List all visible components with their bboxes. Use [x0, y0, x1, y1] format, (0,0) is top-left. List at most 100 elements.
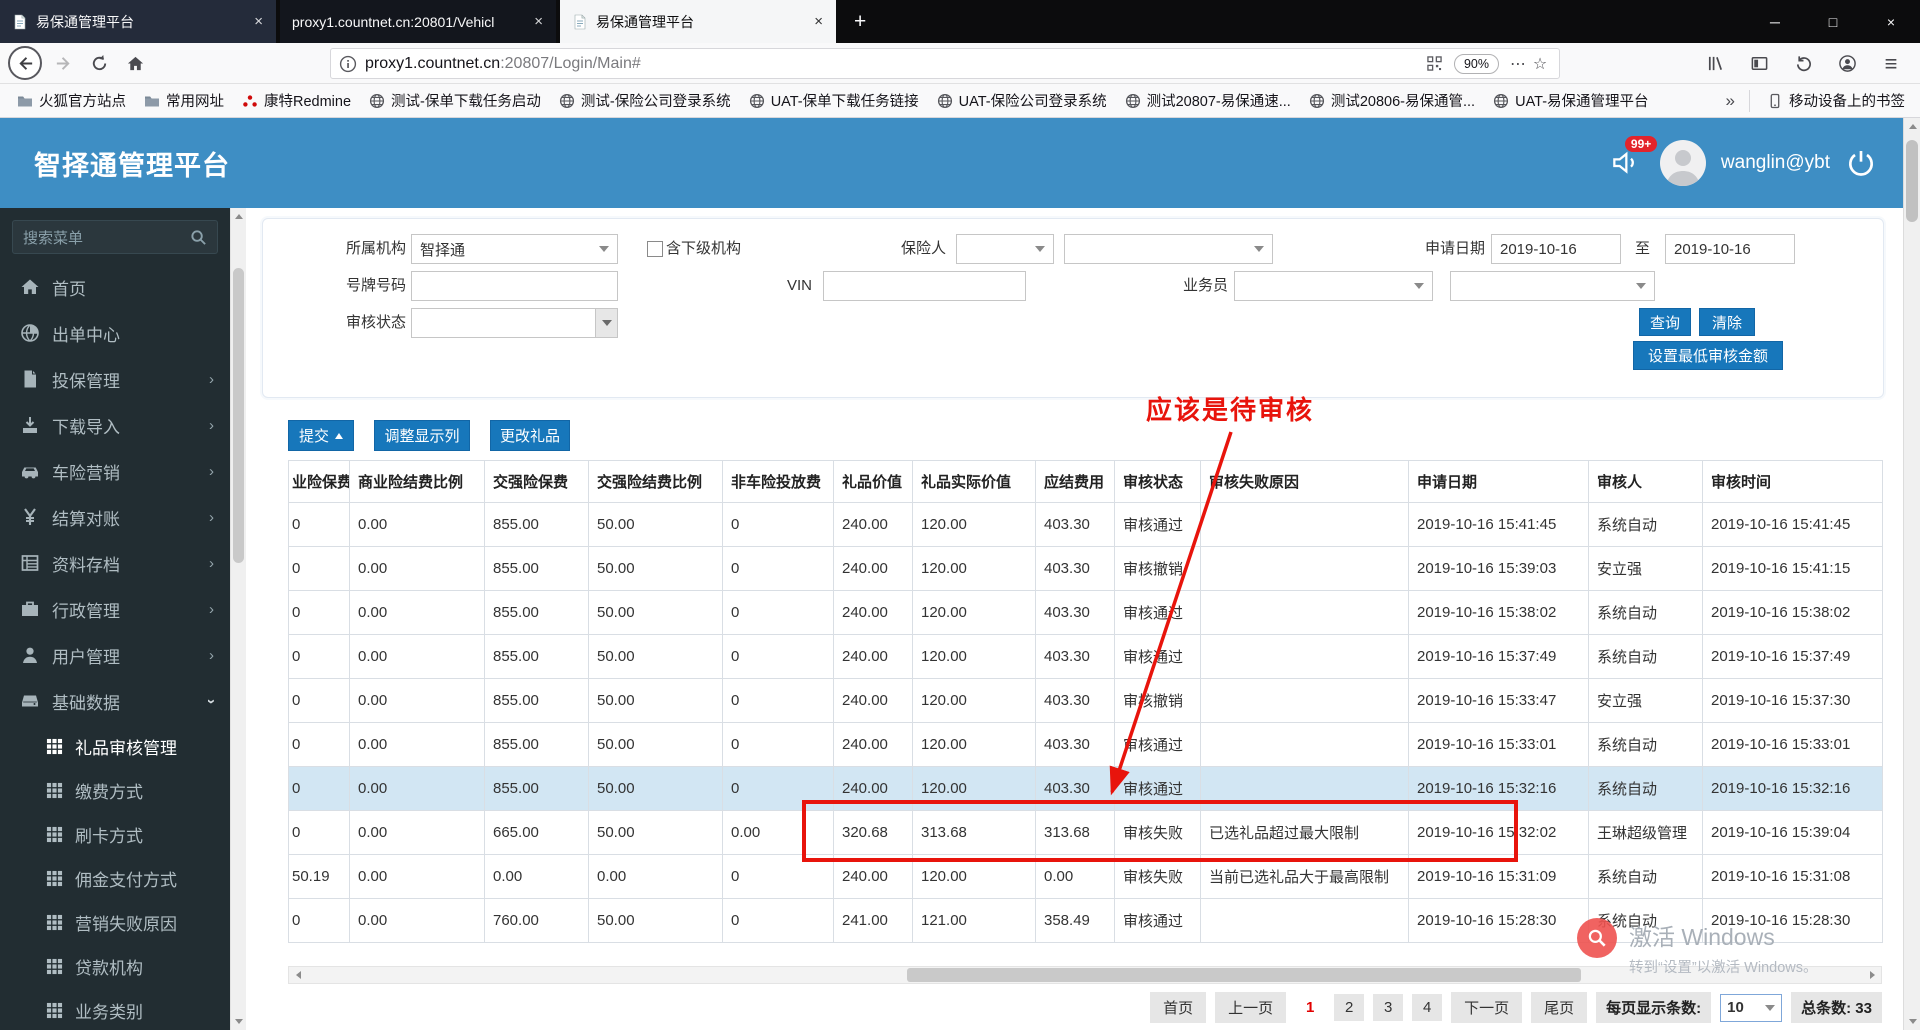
- sidebar-item-资料存档[interactable]: 资料存档 ›: [0, 540, 230, 586]
- logout-power-icon[interactable]: [1845, 147, 1877, 179]
- account-icon[interactable]: [1832, 49, 1862, 79]
- browser-tab[interactable]: proxy1.countnet.cn:20801/Vehicl ×: [280, 0, 556, 43]
- horizontal-scroll-thumb[interactable]: [907, 968, 1581, 982]
- sidebar-scroll-down-icon[interactable]: [231, 1013, 247, 1030]
- browser-tab[interactable]: 易保通管理平台 ×: [560, 0, 836, 43]
- sidebar-scrollbar[interactable]: [230, 208, 246, 1030]
- forward-icon[interactable]: [48, 48, 78, 78]
- sidebar-subitem-营销失败原因[interactable]: 营销失败原因: [0, 900, 230, 944]
- pagination-next-button[interactable]: 下一页: [1451, 992, 1523, 1023]
- pagination-page-2[interactable]: 2: [1334, 994, 1365, 1021]
- page-scrollbar[interactable]: [1903, 118, 1920, 1030]
- sidebar-scroll-up-icon[interactable]: [231, 208, 247, 225]
- sidebar-subitem-佣金支付方式[interactable]: 佣金支付方式: [0, 856, 230, 900]
- sidebar-item-用户管理[interactable]: 用户管理 ›: [0, 632, 230, 678]
- audit-status-select[interactable]: [411, 308, 618, 338]
- bookmark-item[interactable]: 测试20806-易保通管...: [1302, 87, 1482, 114]
- table-row[interactable]: 0 0.00 855.00 50.00 0 240.00 120.00 403.30 审核撤销 2…: [288, 546, 1883, 591]
- window-maximize-icon[interactable]: □: [1804, 0, 1862, 43]
- new-tab-button[interactable]: +: [840, 6, 880, 38]
- bookmark-star-icon[interactable]: ☆: [1529, 53, 1551, 75]
- sidebar-subitem-礼品审核管理[interactable]: 礼品审核管理: [0, 724, 230, 768]
- bookmark-item[interactable]: UAT-保单下载任务链接: [742, 87, 926, 114]
- table-row[interactable]: 0 0.00 855.00 50.00 0 240.00 120.00 403.30 审核撤销 2…: [288, 678, 1883, 723]
- scroll-left-icon[interactable]: [289, 967, 307, 983]
- qr-scan-icon[interactable]: [1424, 53, 1446, 75]
- sidebar-item-出单中心[interactable]: 出单中心: [0, 310, 230, 356]
- sidebar-subitem-业务类别[interactable]: 业务类别: [0, 988, 230, 1030]
- tab-close-icon[interactable]: ×: [531, 13, 546, 30]
- mobile-bookmarks[interactable]: 移动设备上的书签: [1760, 87, 1912, 114]
- page-actions-icon[interactable]: ⋯: [1507, 53, 1529, 75]
- bookmark-item[interactable]: 测试20807-易保通速...: [1118, 87, 1298, 114]
- insurer-select-2[interactable]: [1064, 234, 1273, 264]
- page-scroll-thumb[interactable]: [1906, 140, 1918, 222]
- page-scroll-up-icon[interactable]: [1904, 118, 1920, 135]
- home-icon[interactable]: [120, 48, 150, 78]
- pagination-page-3[interactable]: 3: [1373, 994, 1404, 1021]
- sidebar-item-投保管理[interactable]: 投保管理 ›: [0, 356, 230, 402]
- insurer-select-1[interactable]: [956, 234, 1054, 264]
- address-bar[interactable]: proxy1.countnet.cn:20807/Login/Main# 90%…: [330, 48, 1560, 79]
- bookmark-item[interactable]: UAT-保险公司登录系统: [930, 87, 1114, 114]
- clear-button[interactable]: 清除: [1699, 308, 1755, 336]
- sidebar-search-input[interactable]: 搜索菜单: [12, 220, 218, 254]
- username[interactable]: wanglin@ybt: [1721, 152, 1830, 174]
- table-row[interactable]: 0 0.00 855.00 50.00 0 240.00 120.00 403.30 审核通过 2…: [288, 590, 1883, 635]
- scroll-right-icon[interactable]: [1863, 967, 1881, 983]
- table-row[interactable]: 0 0.00 855.00 50.00 0 240.00 120.00 403.30 审核通过 2…: [288, 634, 1883, 679]
- table-row[interactable]: 0 0.00 855.00 50.00 0 240.00 120.00 403.30 审核通过 2…: [288, 722, 1883, 767]
- include-sub-checkbox[interactable]: [647, 241, 663, 257]
- date-to-input[interactable]: 2019-10-16: [1665, 234, 1795, 264]
- org-select[interactable]: 智择通: [411, 234, 618, 264]
- reload-icon[interactable]: [84, 48, 114, 78]
- bookmark-item[interactable]: 测试-保险公司登录系统: [552, 87, 738, 114]
- browser-tab[interactable]: 易保通管理平台 ×: [0, 0, 276, 43]
- table-row[interactable]: 0 0.00 855.00 50.00 0 240.00 120.00 403.30 审核通过 2…: [288, 502, 1883, 547]
- window-minimize-icon[interactable]: ─: [1746, 0, 1804, 43]
- sidebar-scroll-thumb[interactable]: [233, 268, 244, 563]
- sidebar-subitem-缴费方式[interactable]: 缴费方式: [0, 768, 230, 812]
- plate-input[interactable]: [411, 271, 618, 301]
- search-icon[interactable]: [190, 229, 207, 246]
- sidebars-icon[interactable]: [1744, 49, 1774, 79]
- pagination-page-1[interactable]: 1: [1295, 994, 1325, 1021]
- salesman-select-2[interactable]: [1450, 271, 1655, 301]
- zoom-level-badge[interactable]: 90%: [1453, 53, 1499, 74]
- url-text[interactable]: proxy1.countnet.cn:20807/Login/Main#: [365, 55, 1424, 73]
- pagination-prev-button[interactable]: 上一页: [1215, 992, 1287, 1023]
- avatar[interactable]: [1659, 140, 1706, 186]
- salesman-select-1[interactable]: [1234, 271, 1433, 301]
- announcement-icon[interactable]: 99+: [1609, 136, 1658, 180]
- pagination-first-button[interactable]: 首页: [1150, 992, 1207, 1023]
- query-button[interactable]: 查询: [1639, 308, 1691, 336]
- pagination-page-4[interactable]: 4: [1412, 994, 1443, 1021]
- submit-button[interactable]: 提交: [288, 420, 354, 451]
- bookmark-item[interactable]: 测试-保单下载任务启动: [362, 87, 548, 114]
- sidebar-item-行政管理[interactable]: 行政管理 ›: [0, 586, 230, 632]
- library-icon[interactable]: [1700, 49, 1730, 79]
- window-close-icon[interactable]: ×: [1862, 0, 1920, 43]
- magnifier-tool-icon[interactable]: [1577, 918, 1617, 958]
- bookmark-item[interactable]: 火狐官方站点: [10, 87, 133, 114]
- set-min-audit-amount-button[interactable]: 设置最低审核金额: [1633, 341, 1783, 370]
- bookmark-item[interactable]: UAT-易保通管理平台: [1486, 87, 1655, 114]
- bookmarks-overflow-icon[interactable]: »: [1722, 91, 1739, 111]
- sidebar-subitem-贷款机构[interactable]: 贷款机构: [0, 944, 230, 988]
- sidebar-item-首页[interactable]: 首页: [0, 264, 230, 310]
- tab-close-icon[interactable]: ×: [251, 13, 266, 30]
- adjust-columns-button[interactable]: 调整显示列: [374, 420, 470, 451]
- tab-close-icon[interactable]: ×: [811, 13, 826, 30]
- pagination-last-button[interactable]: 尾页: [1531, 992, 1588, 1023]
- chevron-down-icon[interactable]: [595, 309, 617, 337]
- bookmark-item[interactable]: 康特Redmine: [235, 87, 358, 114]
- sidebar-item-下载导入[interactable]: 下载导入 ›: [0, 402, 230, 448]
- date-from-input[interactable]: 2019-10-16: [1491, 234, 1621, 264]
- site-info-icon[interactable]: [339, 55, 357, 73]
- sidebar-subitem-刷卡方式[interactable]: 刷卡方式: [0, 812, 230, 856]
- restore-session-icon[interactable]: [1788, 49, 1818, 79]
- bookmark-item[interactable]: 常用网址: [137, 87, 231, 114]
- change-gift-button[interactable]: 更改礼品: [490, 420, 570, 451]
- back-icon[interactable]: [8, 46, 42, 80]
- vin-input[interactable]: [823, 271, 1026, 301]
